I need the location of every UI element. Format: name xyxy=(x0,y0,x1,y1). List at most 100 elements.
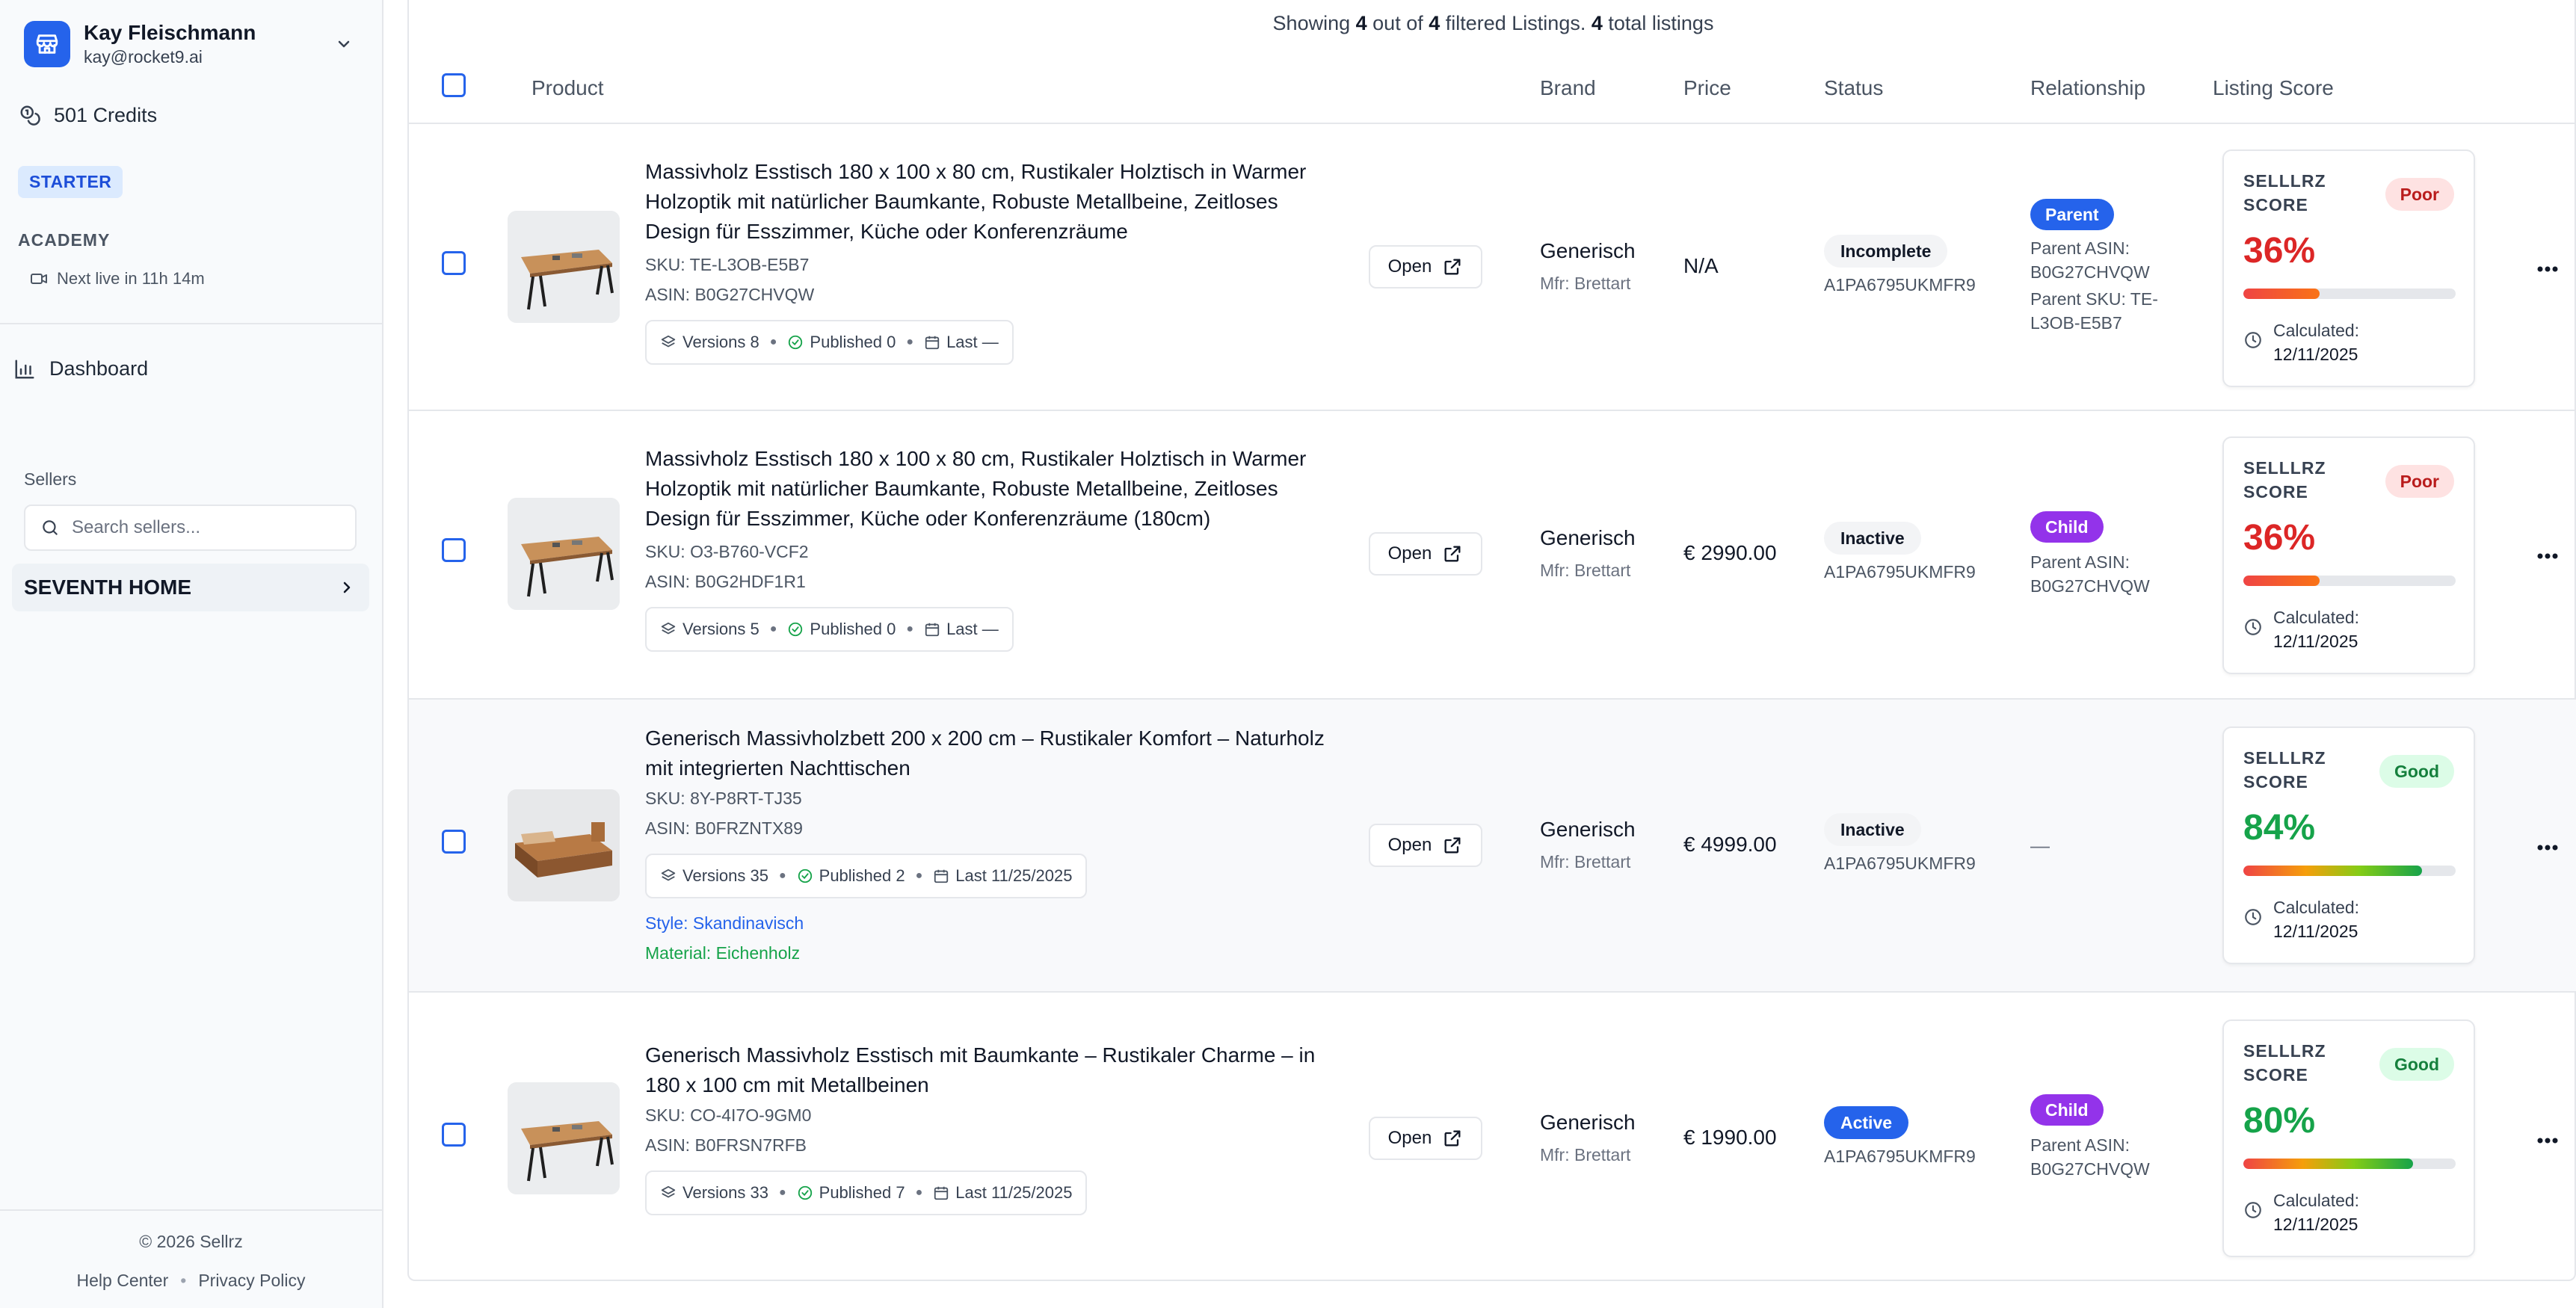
listing-score-card[interactable]: SELLLRZ SCORE Poor 36% Calculated: 12/11/… xyxy=(2222,149,2475,387)
open-button[interactable]: Open xyxy=(1369,245,1482,289)
listings-panel: Showing 4 out of 4 filtered Listings. 4 … xyxy=(407,0,2576,1281)
product-title[interactable]: Massivholz Esstisch 180 x 100 x 80 cm, R… xyxy=(645,157,1333,247)
product-title[interactable]: Generisch Massivholz Esstisch mit Baumka… xyxy=(645,1040,1333,1100)
product-image xyxy=(508,789,620,901)
open-button[interactable]: Open xyxy=(1369,1117,1482,1160)
published-count: Published 0 xyxy=(810,333,896,351)
version-summary[interactable]: Versions 33 ● Published 7 ● Last 11/25/2… xyxy=(645,1170,1088,1215)
product-asin: ASIN: B0FRZNTX89 xyxy=(645,818,803,838)
calculated-date: 12/11/2025 xyxy=(2273,1215,2358,1234)
column-product[interactable]: Product xyxy=(531,76,604,100)
parent-sku: Parent SKU: TE-L3OB-E5B7 xyxy=(2030,289,2158,333)
listing-score-card[interactable]: SELLLRZ SCORE Good 80% Calculated: 12/11/… xyxy=(2222,1019,2475,1257)
score-bar-fill xyxy=(2243,289,2320,299)
layers-icon xyxy=(660,334,677,351)
clock-icon xyxy=(2243,907,2263,931)
row-checkbox[interactable] xyxy=(442,538,466,562)
score-calculated: Calculated: 12/11/2025 xyxy=(2273,1188,2359,1236)
attribute-style: Style: Skandinavisch xyxy=(645,913,804,933)
seller-item[interactable]: SEVENTH HOME xyxy=(12,564,369,611)
more-actions-icon[interactable] xyxy=(2533,254,2563,284)
external-link-icon xyxy=(1442,256,1463,277)
listing-score-card[interactable]: SELLLRZ SCORE Good 84% Calculated: 12/11/… xyxy=(2222,727,2475,964)
score-title: SELLLRZ SCORE xyxy=(2243,1041,2326,1085)
open-button-label: Open xyxy=(1387,1128,1432,1148)
parent-asin: Parent ASIN: B0G27CHVQW xyxy=(2030,552,2150,596)
product-title[interactable]: Massivholz Esstisch 180 x 100 x 80 cm, R… xyxy=(645,444,1333,534)
calculated-label: Calculated: xyxy=(2273,608,2360,627)
divider xyxy=(0,323,382,324)
account-switcher[interactable]: Kay Fleischmann kay@rocket9.ai xyxy=(24,18,359,70)
divider xyxy=(0,1209,382,1211)
open-button[interactable]: Open xyxy=(1369,532,1482,576)
column-brand[interactable]: Brand xyxy=(1540,76,1596,100)
product-title[interactable]: Generisch Massivholzbett 200 x 200 cm – … xyxy=(645,724,1333,783)
score-badge: Poor xyxy=(2385,465,2454,498)
privacy-policy-link[interactable]: Privacy Policy xyxy=(198,1271,305,1290)
chevron-right-icon xyxy=(338,579,356,596)
score-calculated: Calculated: 12/11/2025 xyxy=(2273,605,2359,653)
open-button[interactable]: Open xyxy=(1369,824,1482,867)
next-live[interactable]: Next live in 11h 14m xyxy=(30,269,205,289)
open-button-label: Open xyxy=(1387,543,1432,564)
chevron-down-icon[interactable] xyxy=(329,29,359,59)
manufacturer: Mfr: Brettart xyxy=(1540,561,1631,580)
version-summary[interactable]: Versions 5 ● Published 0 ● Last — xyxy=(645,607,1014,652)
column-listing-score[interactable]: Listing Score xyxy=(2213,76,2334,100)
product-sku: SKU: TE-L3OB-E5B7 xyxy=(645,255,810,274)
versions-count: Versions 5 xyxy=(682,620,759,638)
table-row[interactable]: Massivholz Esstisch 180 x 100 x 80 cm, R… xyxy=(409,411,2576,700)
row-checkbox[interactable] xyxy=(442,830,466,854)
seller-search-input[interactable] xyxy=(72,517,341,538)
plan-badge: STARTER xyxy=(18,166,123,198)
footer-links: Help Center • Privacy Policy xyxy=(0,1271,382,1291)
help-center-link[interactable]: Help Center xyxy=(77,1271,169,1290)
column-price[interactable]: Price xyxy=(1683,76,1731,100)
status-badge: Incomplete xyxy=(1824,235,1948,268)
external-link-icon xyxy=(1442,543,1463,564)
price: € 4999.00 xyxy=(1683,833,1777,856)
price: N/A xyxy=(1683,254,1719,277)
last-published: Last — xyxy=(946,620,999,638)
row-checkbox[interactable] xyxy=(442,1123,466,1147)
product-sku: SKU: 8Y-P8RT-TJ35 xyxy=(645,789,802,808)
relationship-badge: Child xyxy=(2030,1094,2104,1126)
more-actions-icon[interactable] xyxy=(2533,1126,2563,1156)
seller-search[interactable] xyxy=(24,505,357,551)
score-badge: Good xyxy=(2379,1048,2454,1081)
manufacturer: Mfr: Brettart xyxy=(1540,1145,1631,1164)
version-summary[interactable]: Versions 35 ● Published 2 ● Last 11/25/2… xyxy=(645,854,1088,898)
table-row[interactable]: Generisch Massivholz Esstisch mit Baumka… xyxy=(409,993,2576,1281)
listing-score-card[interactable]: SELLLRZ SCORE Poor 36% Calculated: 12/11/… xyxy=(2222,436,2475,674)
more-actions-icon[interactable] xyxy=(2533,833,2563,863)
score-bar-fill xyxy=(2243,576,2320,586)
status-badge: Inactive xyxy=(1824,522,1921,555)
price: € 1990.00 xyxy=(1683,1126,1777,1149)
version-summary[interactable]: Versions 8 ● Published 0 ● Last — xyxy=(645,320,1014,365)
open-button-label: Open xyxy=(1387,256,1432,277)
more-actions-icon[interactable] xyxy=(2533,541,2563,571)
published-count: Published 2 xyxy=(819,866,905,885)
column-status[interactable]: Status xyxy=(1824,76,1883,100)
price: € 2990.00 xyxy=(1683,541,1777,564)
academy-label: ACADEMY xyxy=(18,230,111,250)
product-image xyxy=(508,1082,620,1194)
select-all-checkbox[interactable] xyxy=(442,73,466,97)
score-percent: 36% xyxy=(2243,231,2316,271)
score-percent: 80% xyxy=(2243,1101,2316,1141)
nav-dashboard[interactable]: Dashboard xyxy=(13,357,148,380)
row-checkbox[interactable] xyxy=(442,251,466,275)
summary-text: total listings xyxy=(1602,12,1714,34)
calculated-date: 12/11/2025 xyxy=(2273,345,2358,364)
versions-count: Versions 8 xyxy=(682,333,759,351)
score-title: SELLLRZ SCORE xyxy=(2243,748,2326,792)
layers-icon xyxy=(660,868,677,884)
calculated-date: 12/11/2025 xyxy=(2273,632,2358,651)
table-row[interactable]: Generisch Massivholzbett 200 x 200 cm – … xyxy=(409,700,2576,993)
store-icon xyxy=(24,21,70,67)
next-live-label: Next live in 11h 14m xyxy=(57,269,205,288)
table-row[interactable]: Massivholz Esstisch 180 x 100 x 80 cm, R… xyxy=(409,124,2576,411)
score-bar xyxy=(2243,1159,2456,1169)
score-title: SELLLRZ SCORE xyxy=(2243,458,2326,502)
column-relationship[interactable]: Relationship xyxy=(2030,76,2145,100)
